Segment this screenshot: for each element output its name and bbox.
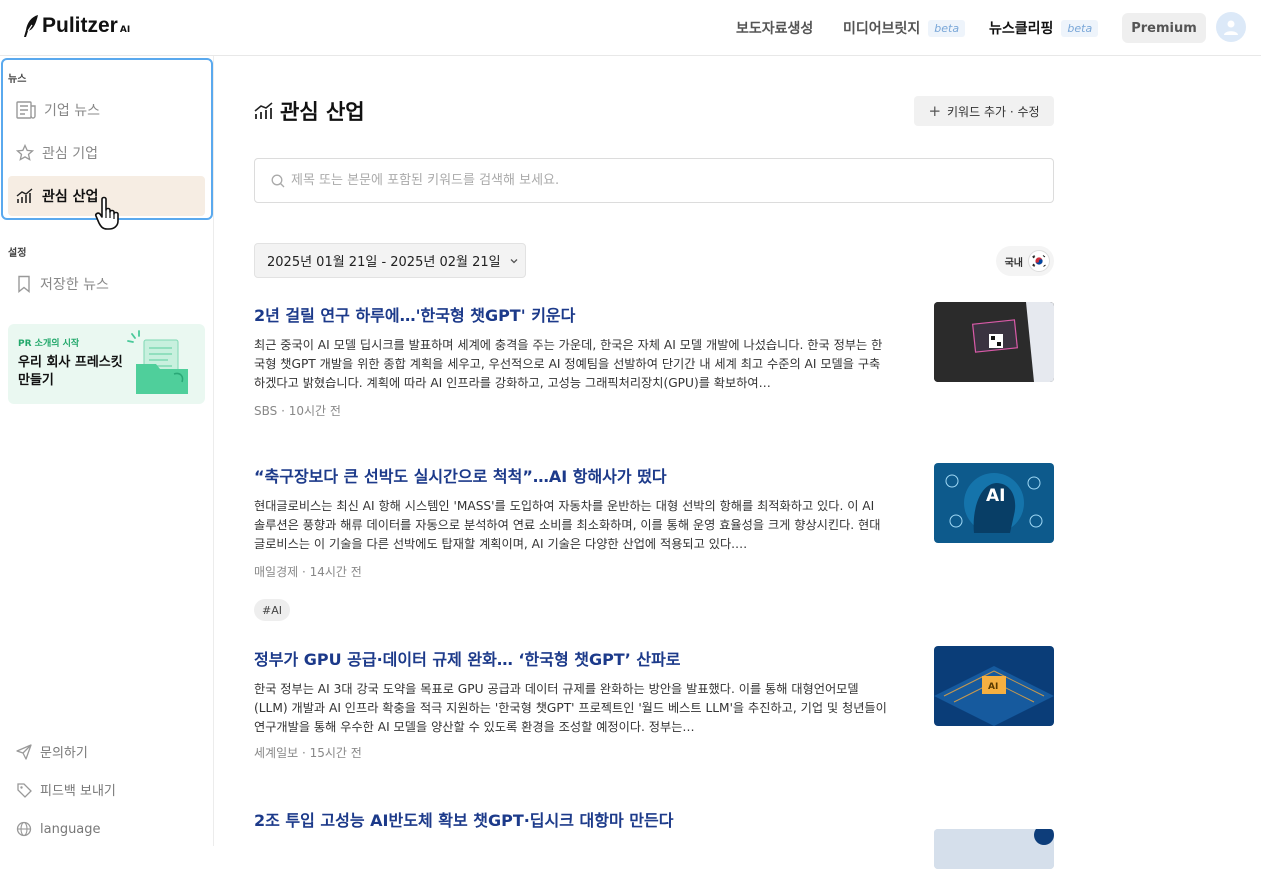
promo-title: 우리 회사 프레스킷 만들기 (18, 355, 123, 388)
article-tag[interactable]: #AI (254, 599, 290, 621)
folder-document-icon (127, 330, 188, 394)
user-icon (1224, 20, 1238, 35)
quill-icon (24, 15, 38, 37)
tag-pencil-icon (17, 782, 32, 798)
newspaper-icon (16, 101, 36, 119)
article-title[interactable]: 2년 걸릴 연구 하루에…'한국형 챗GPT' 키운다 (254, 302, 894, 326)
keyword-edit-button[interactable]: + 키워드 추가 · 수정 (914, 96, 1054, 126)
section-label-news: 뉴스 (8, 74, 27, 85)
sidebar-feedback[interactable]: 피드백 보내기 (16, 780, 116, 799)
nav-label: 보도자료생성 (736, 21, 814, 37)
article-meta: SBS · 10시간 전 (254, 404, 341, 418)
sidebar-item-label: 저장한 뉴스 (40, 277, 109, 293)
plus-icon: + (928, 102, 942, 120)
sidebar-bottom-label: language (40, 821, 101, 837)
hand-cursor-icon (95, 196, 119, 230)
premium-button[interactable]: Premium (1122, 13, 1206, 43)
article-title[interactable]: “축구장보다 큰 선박도 실시간으로 척척”…AI 항해사가 떴다 (254, 463, 894, 487)
sidebar-item-interest-company[interactable]: 관심 기업 (8, 133, 205, 173)
article-meta: 세계일보 · 15시간 전 (254, 746, 362, 760)
article-title[interactable]: 정부가 GPU 공급·데이터 규제 완화… ‘한국형 챗GPT’ 산파로 (254, 646, 894, 670)
sidebar-item-label: 관심 산업 (42, 189, 99, 205)
keyword-edit-label: 키워드 추가 · 수정 (947, 104, 1040, 119)
article-summary: 한국 정부는 AI 3대 강국 도약을 목표로 GPU 공급과 데이터 규제를 … (254, 682, 887, 734)
avatar[interactable] (1216, 12, 1246, 42)
nav-label: 뉴스클리핑 (989, 21, 1054, 37)
top-header: Pulitzer AI 보도자료생성 미디어브릿지 beta 뉴스클리핑 bet… (0, 0, 1261, 56)
article-title[interactable]: 2조 투입 고성능 AI반도체 확보 챗GPT·딥시크 대항마 만든다 (254, 807, 894, 831)
promo-subtitle: PR 소개의 시작 (18, 339, 80, 349)
logo-name: Pulitzer (42, 14, 118, 37)
chart-growth-icon (254, 102, 273, 119)
nav-press-release[interactable]: 보도자료생성 (736, 0, 813, 56)
korea-flag-icon (1028, 250, 1050, 272)
nav-label: 미디어브릿지 (843, 21, 921, 37)
sidebar-item-label: 기업 뉴스 (44, 103, 100, 119)
svg-text:AI: AI (988, 682, 998, 692)
chart-growth-icon (16, 188, 33, 203)
sidebar: 뉴스 기업 뉴스 관심 기업 관심 산업 설정 저장한 뉴스 PR 소개의 시작 (0, 56, 214, 846)
search-icon (271, 174, 285, 187)
article-thumbnail[interactable] (934, 302, 1054, 382)
star-icon (16, 144, 34, 161)
beta-badge: beta (928, 19, 966, 37)
sidebar-bottom-label: 피드백 보내기 (40, 784, 116, 799)
send-icon (16, 743, 32, 760)
logo[interactable]: Pulitzer AI (22, 14, 130, 38)
bookmark-icon (18, 275, 30, 293)
date-range-dropdown[interactable]: 2025년 01월 21일 - 2025년 02월 21일 (254, 243, 526, 278)
logo-suffix: AI (119, 25, 131, 35)
chevron-down-icon (510, 258, 518, 263)
page-title-text: 관심 산업 (280, 100, 365, 124)
article-meta: 매일경제 · 14시간 전 (254, 565, 362, 579)
nav-media-bridge[interactable]: 미디어브릿지 beta (843, 0, 966, 56)
section-label-settings: 설정 (8, 248, 27, 259)
article-thumbnail[interactable] (934, 829, 1054, 869)
page-title: 관심 산업 (254, 96, 365, 126)
presskit-promo-card[interactable]: PR 소개의 시작 우리 회사 프레스킷 만들기 (8, 324, 205, 404)
sidebar-language[interactable]: language (16, 821, 101, 837)
globe-icon (16, 821, 32, 837)
article-summary: 최근 중국이 AI 모델 딥시크를 발표하며 세계에 충격을 주는 가운데, 한… (254, 338, 883, 390)
sidebar-item-label: 관심 기업 (42, 146, 98, 162)
sidebar-item-saved-news[interactable]: 저장한 뉴스 (8, 264, 205, 304)
nav-news-clipping[interactable]: 뉴스클리핑 beta (989, 0, 1099, 56)
svg-text:AI: AI (986, 486, 1005, 506)
article-summary: 현대글로비스는 최신 AI 항해 시스템인 'MASS'를 도입하여 자동차를 … (254, 499, 881, 551)
search-input[interactable] (291, 173, 1031, 188)
beta-badge: beta (1061, 19, 1099, 37)
article-thumbnail[interactable]: AI (934, 463, 1054, 543)
region-toggle[interactable]: 국내 (996, 246, 1054, 276)
sidebar-bottom-label: 문의하기 (40, 746, 88, 761)
sidebar-inquiry[interactable]: 문의하기 (16, 742, 88, 761)
search-box (254, 158, 1054, 203)
article-thumbnail[interactable]: AI (934, 646, 1054, 726)
date-range-label: 2025년 01월 21일 - 2025년 02월 21일 (267, 255, 501, 270)
sidebar-item-company-news[interactable]: 기업 뉴스 (8, 90, 205, 130)
region-label: 국내 (1004, 257, 1023, 269)
